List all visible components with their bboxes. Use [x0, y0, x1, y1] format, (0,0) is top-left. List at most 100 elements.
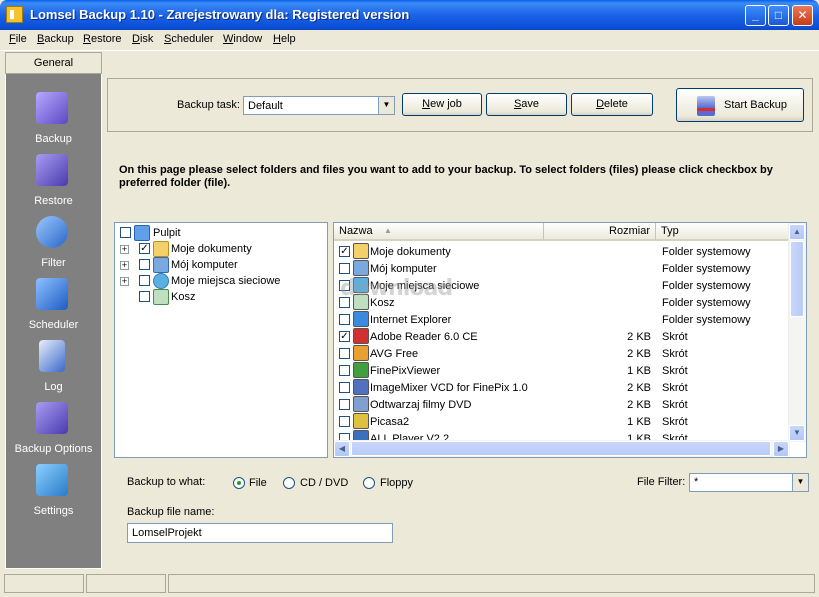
sidebar-item-scheduler[interactable]: Scheduler	[5, 319, 102, 331]
menu-help[interactable]: Help	[273, 33, 296, 45]
expand-icon[interactable]: +	[120, 261, 129, 270]
radio-file[interactable]	[233, 477, 245, 489]
sidebar-item-backup[interactable]: Backup	[5, 133, 102, 145]
sidebar-item-log[interactable]: Log	[5, 381, 102, 393]
file-type: Skrót	[662, 331, 688, 343]
file-checkbox[interactable]	[339, 416, 350, 427]
sidebar-item-backup-options[interactable]: Backup Options	[5, 443, 102, 455]
filter-icon[interactable]	[36, 216, 68, 248]
chevron-down-icon[interactable]: ▼	[378, 97, 394, 114]
column-header-name[interactable]: Nazwa ▲	[334, 223, 544, 241]
file-row[interactable]: Picasa2 1 KB Skrót	[334, 413, 790, 430]
scroll-thumb-horizontal[interactable]	[351, 441, 771, 456]
sidebar-item-filter[interactable]: Filter	[5, 257, 102, 269]
backup-task-select[interactable]: Default ▼	[243, 96, 395, 115]
file-name: Odtwarzaj filmy DVD	[370, 399, 472, 411]
file-size: 2 KB	[627, 382, 651, 394]
file-icon	[353, 362, 369, 378]
column-header-type[interactable]: Typ	[656, 223, 790, 241]
radio-floppy-label[interactable]: Floppy	[380, 477, 413, 489]
menu-disk[interactable]: Disk	[132, 33, 153, 45]
restore-icon[interactable]	[36, 154, 68, 186]
scroll-up-icon[interactable]: ▲	[789, 224, 805, 240]
file-checkbox[interactable]	[339, 365, 350, 376]
file-checkbox[interactable]	[339, 348, 350, 359]
file-checkbox[interactable]: ✓	[339, 331, 350, 342]
minimize-button[interactable]: _	[745, 5, 766, 26]
tree-item-label: Moje dokumenty	[171, 243, 252, 255]
tree-checkbox[interactable]	[139, 291, 150, 302]
radio-file-label[interactable]: File	[249, 477, 267, 489]
horizontal-scrollbar[interactable]: ◀ ▶	[334, 440, 790, 457]
file-icon	[353, 243, 369, 259]
tree-item-label: Mój komputer	[171, 259, 238, 271]
radio-cd-dvd-label[interactable]: CD / DVD	[300, 477, 348, 489]
file-row[interactable]: ✓ Moje dokumenty Folder systemowy	[334, 243, 790, 260]
new-job-button[interactable]: New job	[402, 93, 482, 116]
desktop-icon	[134, 225, 150, 241]
file-list[interactable]: Nazwa ▲ Rozmiar Typ ✓ Moje dokumenty Folde…	[333, 222, 807, 458]
file-filter-select[interactable]: * ▼	[689, 473, 809, 492]
file-checkbox[interactable]	[339, 382, 350, 393]
file-row[interactable]: Mój komputer Folder systemowy	[334, 260, 790, 277]
scroll-left-icon[interactable]: ◀	[334, 441, 350, 457]
sidebar-item-restore[interactable]: Restore	[5, 195, 102, 207]
tree-item-label: Kosz	[171, 291, 196, 303]
sidebar-item-settings[interactable]: Settings	[5, 505, 102, 517]
file-checkbox[interactable]	[339, 314, 350, 325]
delete-button[interactable]: Delete	[571, 93, 653, 116]
vertical-scrollbar[interactable]: ▲ ▼	[788, 223, 806, 442]
file-icon	[353, 328, 369, 344]
close-button[interactable]: ✕	[792, 5, 813, 26]
file-type: Folder systemowy	[662, 263, 751, 275]
chevron-down-icon[interactable]: ▼	[792, 474, 808, 491]
column-header-size[interactable]: Rozmiar	[544, 223, 656, 241]
computer-icon	[153, 257, 169, 273]
tree-checkbox[interactable]	[139, 259, 150, 270]
menu-restore[interactable]: Restore	[83, 33, 122, 45]
menu-bar	[0, 30, 819, 51]
file-row[interactable]: ✓ Adobe Reader 6.0 CE 2 KB Skrót	[334, 328, 790, 345]
start-backup-button[interactable]: Start Backup	[676, 88, 804, 122]
settings-icon[interactable]	[36, 464, 68, 496]
file-name: Adobe Reader 6.0 CE	[370, 331, 478, 343]
file-row[interactable]: FinePixViewer 1 KB Skrót	[334, 362, 790, 379]
radio-cd-dvd[interactable]	[283, 477, 295, 489]
log-icon[interactable]	[39, 340, 65, 372]
file-row[interactable]: Internet Explorer Folder systemowy	[334, 311, 790, 328]
tree-item-label: Moje miejsca sieciowe	[171, 275, 281, 287]
window-title: Lomsel Backup 1.10 - Zarejestrowany dla:…	[30, 7, 410, 22]
tree-checkbox[interactable]	[139, 275, 150, 286]
file-type: Folder systemowy	[662, 314, 751, 326]
menu-file[interactable]: File	[9, 33, 27, 45]
backup-task-label: Backup task:	[177, 99, 240, 111]
menu-backup[interactable]: Backup	[37, 33, 74, 45]
file-checkbox[interactable]	[339, 399, 350, 410]
tree-checkbox[interactable]	[120, 227, 131, 238]
radio-floppy[interactable]	[363, 477, 375, 489]
scheduler-icon[interactable]	[36, 278, 68, 310]
tree-checkbox[interactable]: ✓	[139, 243, 150, 254]
file-row[interactable]: ImageMixer VCD for FinePix 1.0 2 KB Skrót	[334, 379, 790, 396]
file-row[interactable]: Odtwarzaj filmy DVD 2 KB Skrót	[334, 396, 790, 413]
expand-icon[interactable]: +	[120, 277, 129, 286]
file-row[interactable]: AVG Free 2 KB Skrót	[334, 345, 790, 362]
folder-tree[interactable]: Pulpit + ✓ Moje dokumenty + Mój komputer…	[114, 222, 328, 458]
menu-window[interactable]: Window	[223, 33, 262, 45]
sidebar-header[interactable]: General	[5, 52, 102, 74]
expand-icon[interactable]: +	[120, 245, 129, 254]
scroll-thumb[interactable]	[790, 241, 804, 317]
backup-options-icon[interactable]	[36, 402, 68, 434]
save-button[interactable]: Save	[486, 93, 567, 116]
menu-scheduler[interactable]: Scheduler	[164, 33, 214, 45]
file-checkbox[interactable]: ✓	[339, 246, 350, 257]
scroll-down-icon[interactable]: ▼	[789, 425, 805, 441]
backup-file-name-input[interactable]: LomselProjekt	[127, 523, 393, 543]
file-icon	[353, 345, 369, 361]
file-checkbox[interactable]	[339, 263, 350, 274]
scroll-right-icon[interactable]: ▶	[773, 441, 789, 457]
file-type: Folder systemowy	[662, 246, 751, 258]
maximize-button[interactable]: □	[768, 5, 789, 26]
backup-icon[interactable]	[36, 92, 68, 124]
status-pane	[86, 574, 166, 593]
